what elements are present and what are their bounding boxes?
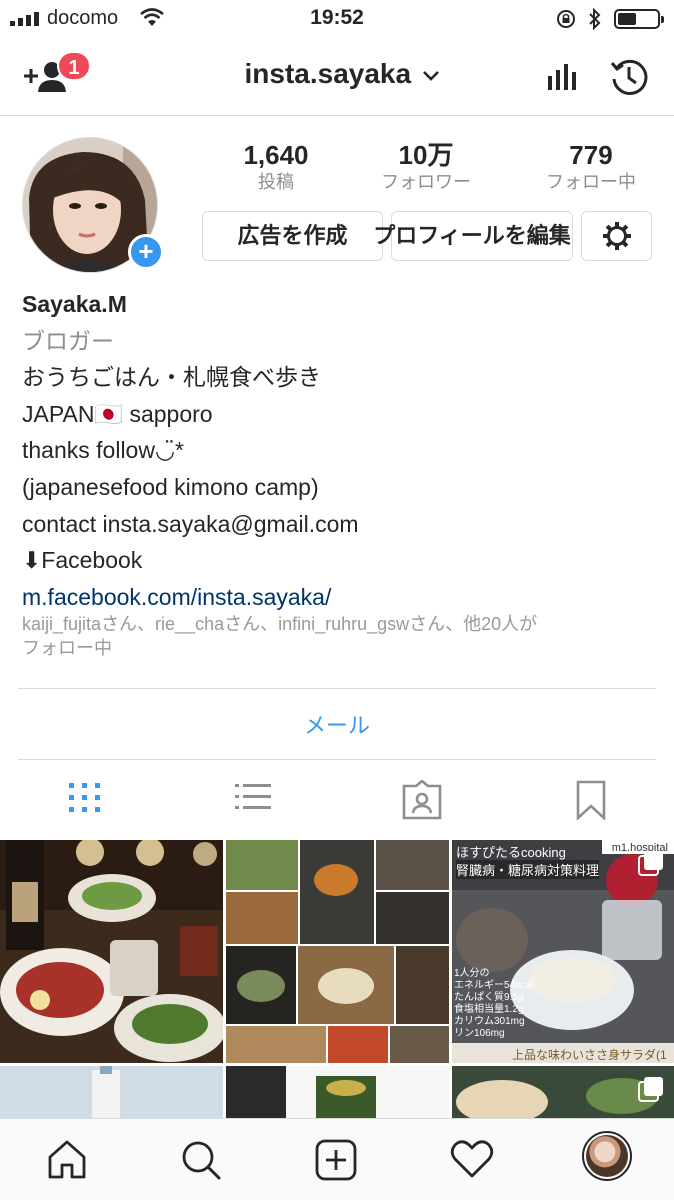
building-photo bbox=[0, 1066, 223, 1118]
food-photo bbox=[0, 840, 223, 1063]
nutrition-line: たんぱく質9.5g bbox=[454, 992, 524, 1003]
profile-username: insta.sayaka bbox=[244, 58, 412, 89]
stat-following-label: フォロー中 bbox=[546, 172, 636, 192]
post-thumbnail[interactable] bbox=[0, 1066, 223, 1118]
status-right bbox=[556, 8, 664, 30]
carousel-icon bbox=[638, 851, 663, 876]
nutrition-line: リン106mg bbox=[454, 1028, 505, 1039]
bio-line: JAPAN🇯🇵 sapporo bbox=[22, 400, 213, 427]
divider bbox=[18, 688, 656, 689]
stat-followers-value: 10万 bbox=[398, 140, 454, 170]
chevron-down-icon bbox=[422, 70, 439, 81]
bio-line: contact insta.sayaka@gmail.com bbox=[22, 510, 359, 537]
nutrition-line: 1人分の bbox=[454, 968, 490, 979]
new-post-icon[interactable] bbox=[315, 1139, 357, 1181]
search-icon[interactable] bbox=[180, 1139, 222, 1181]
post-thumbnail[interactable] bbox=[452, 1066, 674, 1118]
profile-tab-avatar[interactable] bbox=[582, 1131, 632, 1181]
heart-icon[interactable] bbox=[450, 1139, 494, 1179]
create-ad-button[interactable]: 広告を作成 bbox=[202, 211, 383, 261]
tile-caption: 上品な味わいささ身サラダ(1人分) bbox=[512, 1048, 667, 1062]
post-thumbnail[interactable] bbox=[0, 840, 223, 1063]
profile-name: Sayaka.M bbox=[22, 291, 127, 317]
lock-rotation-icon bbox=[557, 10, 575, 28]
drink-photo bbox=[226, 1066, 449, 1118]
post-thumbnail[interactable] bbox=[226, 1066, 449, 1118]
gear-icon bbox=[602, 222, 631, 250]
nutrition-line: カリウム301mg bbox=[454, 1016, 525, 1027]
tile-subtitle: 腎臓病・糖尿病対策料理 bbox=[456, 860, 600, 879]
edit-profile-button[interactable]: プロフィールを編集 bbox=[373, 211, 573, 261]
grid-icon[interactable] bbox=[68, 780, 102, 814]
stat-following[interactable]: 779 フォロー中 bbox=[521, 140, 661, 194]
stat-posts[interactable]: 1,640 投稿 bbox=[206, 140, 346, 194]
tagged-icon[interactable] bbox=[401, 780, 443, 820]
home-icon[interactable] bbox=[46, 1139, 88, 1179]
bluetooth-icon bbox=[589, 8, 601, 30]
list-icon[interactable] bbox=[234, 780, 272, 814]
nutrition-note: 1人分の エネルギー54kcal たんぱく質9.5g 食塩相当量1.2g カリウ… bbox=[454, 968, 533, 1040]
battery-icon bbox=[614, 9, 664, 29]
stat-posts-label: 投稿 bbox=[258, 172, 294, 192]
followed-by-line: kaiji_fujitaさん、rie__chaさん、infini_ruhru_g… bbox=[22, 614, 538, 634]
nutrition-line: エネルギー54kcal bbox=[454, 980, 533, 991]
post-thumbnail[interactable] bbox=[226, 840, 449, 1063]
email-button[interactable]: メール bbox=[0, 708, 674, 740]
status-bar: docomo 19:52 bbox=[0, 0, 674, 40]
bio-line: (japanesefood kimono camp) bbox=[22, 473, 319, 500]
bio-line: thanks follow◡̈* bbox=[22, 437, 184, 464]
profile-category: ブロガー bbox=[22, 327, 114, 354]
bio-line: おうちごはん・札幌食べ歩き bbox=[22, 364, 321, 391]
stat-followers[interactable]: 10万 フォロワー bbox=[356, 140, 496, 194]
post-thumbnail[interactable]: m1.hospital ほすぴたるcooking 腎臓病・糖尿病対策料理 1人分… bbox=[452, 840, 674, 1063]
followed-by-line: フォロー中 bbox=[22, 638, 112, 658]
settings-button[interactable] bbox=[581, 211, 652, 261]
add-story-button[interactable]: + bbox=[128, 234, 164, 270]
carousel-icon bbox=[638, 1077, 663, 1102]
stat-followers-label: フォロワー bbox=[381, 172, 471, 192]
stat-following-value: 779 bbox=[569, 140, 613, 170]
bottom-tab-bar bbox=[0, 1118, 674, 1200]
divider bbox=[18, 759, 656, 760]
nutrition-line: 食塩相当量1.2g bbox=[454, 1004, 524, 1015]
tile-title: ほすぴたるcooking bbox=[456, 845, 566, 860]
insights-icon[interactable] bbox=[546, 60, 578, 92]
profile-nav-bar: 1 insta.sayaka bbox=[0, 40, 674, 116]
profile-bio: Sayaka.M ブロガー おうちごはん・札幌食べ歩き JAPAN🇯🇵 sapp… bbox=[22, 286, 662, 615]
stat-posts-value: 1,640 bbox=[243, 140, 309, 170]
bio-website-link[interactable]: m.facebook.com/insta.sayaka/ bbox=[22, 579, 662, 616]
followed-by-text[interactable]: kaiji_fujitaさん、rie__chaさん、infini_ruhru_g… bbox=[22, 612, 652, 660]
history-icon[interactable] bbox=[609, 57, 649, 97]
bio-line: ⬇Facebook bbox=[22, 547, 143, 574]
bookmark-icon[interactable] bbox=[575, 780, 607, 820]
collage-photo bbox=[226, 840, 449, 1063]
